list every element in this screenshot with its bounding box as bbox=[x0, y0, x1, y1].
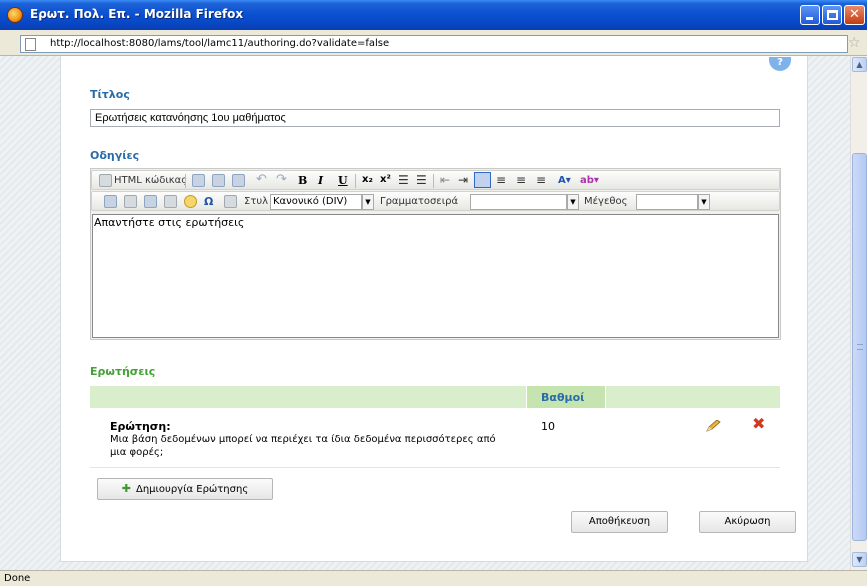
html-source-button[interactable]: HTML κώδικας bbox=[114, 175, 187, 186]
underline-icon[interactable]: U bbox=[338, 174, 348, 187]
instructions-label: Οδηγίες bbox=[90, 149, 140, 162]
style-select[interactable]: Κανονικό (DIV) bbox=[270, 194, 362, 210]
justify-icon[interactable]: ≡ bbox=[536, 173, 546, 187]
special-char-icon[interactable]: Ω bbox=[204, 195, 213, 208]
link-icon[interactable] bbox=[124, 195, 137, 208]
add-question-label: Δημιουργία Ερώτησης bbox=[136, 484, 249, 495]
outdent-icon[interactable]: ⇤ bbox=[440, 173, 450, 187]
bookmark-star-icon[interactable]: ☆ bbox=[848, 35, 861, 51]
redo-icon[interactable]: ↷ bbox=[276, 172, 287, 187]
table-header: Βαθμοί bbox=[90, 386, 780, 408]
paste-icon[interactable] bbox=[232, 174, 245, 187]
editor-content-area[interactable]: Απαντήστε στις ερωτήσεις bbox=[92, 214, 779, 338]
highlight-color-icon[interactable]: ab▾ bbox=[580, 175, 599, 186]
url-field[interactable]: http://localhost:8080/lams/tool/lamc11/a… bbox=[20, 35, 848, 53]
source-icon bbox=[99, 174, 112, 187]
table-icon[interactable] bbox=[144, 195, 157, 208]
preview-icon[interactable] bbox=[192, 174, 205, 187]
questions-label: Ερωτήσεις bbox=[90, 365, 156, 378]
bold-icon[interactable]: B bbox=[298, 174, 307, 187]
rich-text-editor: HTML κώδικας ↶ ↷ B I U x₂ x² ☰ ☰ ⇤ ⇥ ≡ ≡… bbox=[90, 168, 781, 340]
chevron-down-icon[interactable]: ▼ bbox=[362, 194, 374, 210]
save-button[interactable]: Αποθήκευση bbox=[571, 511, 668, 533]
scroll-thumb[interactable] bbox=[852, 153, 867, 541]
address-bar: http://localhost:8080/lams/tool/lamc11/a… bbox=[0, 30, 867, 56]
firefox-icon bbox=[7, 7, 23, 23]
superscript-icon[interactable]: x² bbox=[380, 174, 391, 185]
window-title: Ερωτ. Πολ. Επ. - Mozilla Firefox bbox=[30, 7, 244, 21]
question-text: Μια βάση δεδομένων μπορεί να περιέχει τα… bbox=[110, 434, 496, 458]
maximize-button[interactable] bbox=[822, 5, 842, 25]
window-title-bar[interactable]: Ερωτ. Πολ. Επ. - Mozilla Firefox ✕ bbox=[0, 0, 867, 30]
minimize-button[interactable] bbox=[800, 5, 820, 25]
close-button[interactable]: ✕ bbox=[844, 5, 865, 25]
numbered-list-icon[interactable]: ☰ bbox=[398, 173, 409, 187]
question-marks: 10 bbox=[541, 420, 555, 433]
vertical-scrollbar[interactable]: ▲ ▼ bbox=[850, 56, 867, 570]
add-question-button[interactable]: ✚ Δημιουργία Ερώτησης bbox=[97, 478, 273, 500]
status-bar: Done bbox=[0, 570, 867, 586]
marks-column-header: Βαθμοί bbox=[541, 391, 585, 404]
font-select[interactable] bbox=[470, 194, 567, 210]
help-icon[interactable]: ? bbox=[769, 57, 791, 71]
bulleted-list-icon[interactable]: ☰ bbox=[416, 173, 427, 187]
text-color-icon[interactable]: A▾ bbox=[558, 175, 571, 186]
editor-toolbar-row-1: HTML κώδικας ↶ ↷ B I U x₂ x² ☰ ☰ ⇤ ⇥ ≡ ≡… bbox=[91, 170, 780, 190]
italic-icon[interactable]: I bbox=[318, 174, 323, 187]
smiley-icon[interactable] bbox=[184, 195, 197, 208]
size-label: Μέγεθος bbox=[584, 196, 628, 207]
title-label: Τίτλος bbox=[90, 88, 130, 101]
table-row: Ερώτηση: Μια βάση δεδομένων μπορεί να πε… bbox=[90, 408, 780, 468]
url-text: http://localhost:8080/lams/tool/lamc11/a… bbox=[50, 38, 390, 49]
cancel-button[interactable]: Ακύρωση bbox=[699, 511, 796, 533]
style-label: Στυλ bbox=[244, 196, 269, 207]
chevron-down-icon[interactable]: ▼ bbox=[698, 194, 710, 210]
page-break-icon[interactable] bbox=[224, 195, 237, 208]
find-icon[interactable] bbox=[212, 174, 225, 187]
authoring-panel: ? Τίτλος Οδηγίες HTML κώδικας ↶ ↷ B I U … bbox=[60, 56, 808, 562]
align-left-icon[interactable] bbox=[474, 172, 491, 188]
question-label: Ερώτηση: bbox=[110, 420, 171, 433]
font-label: Γραμματοσειρά bbox=[380, 196, 459, 207]
page-icon bbox=[25, 38, 36, 51]
align-right-icon[interactable]: ≡ bbox=[516, 173, 526, 187]
delete-icon[interactable]: ✖ bbox=[752, 416, 765, 432]
align-center-icon[interactable]: ≡ bbox=[496, 173, 506, 187]
indent-icon[interactable]: ⇥ bbox=[458, 173, 468, 187]
title-input[interactable] bbox=[90, 109, 780, 127]
scroll-down-icon[interactable]: ▼ bbox=[852, 552, 867, 567]
scroll-up-icon[interactable]: ▲ bbox=[852, 57, 867, 72]
editor-toolbar-row-2: Ω Στυλ Κανονικό (DIV) ▼ Γραμματοσειρά ▼ … bbox=[91, 191, 780, 211]
image-icon[interactable] bbox=[104, 195, 117, 208]
size-select[interactable] bbox=[636, 194, 698, 210]
plus-icon: ✚ bbox=[121, 482, 131, 495]
undo-icon[interactable]: ↶ bbox=[256, 172, 267, 187]
close-icon: ✕ bbox=[849, 7, 860, 22]
chevron-down-icon[interactable]: ▼ bbox=[567, 194, 579, 210]
page-viewport: ? Τίτλος Οδηγίες HTML κώδικας ↶ ↷ B I U … bbox=[0, 56, 850, 570]
horizontal-rule-icon[interactable] bbox=[164, 195, 177, 208]
subscript-icon[interactable]: x₂ bbox=[362, 174, 373, 185]
edit-pencil-icon[interactable] bbox=[705, 420, 721, 432]
